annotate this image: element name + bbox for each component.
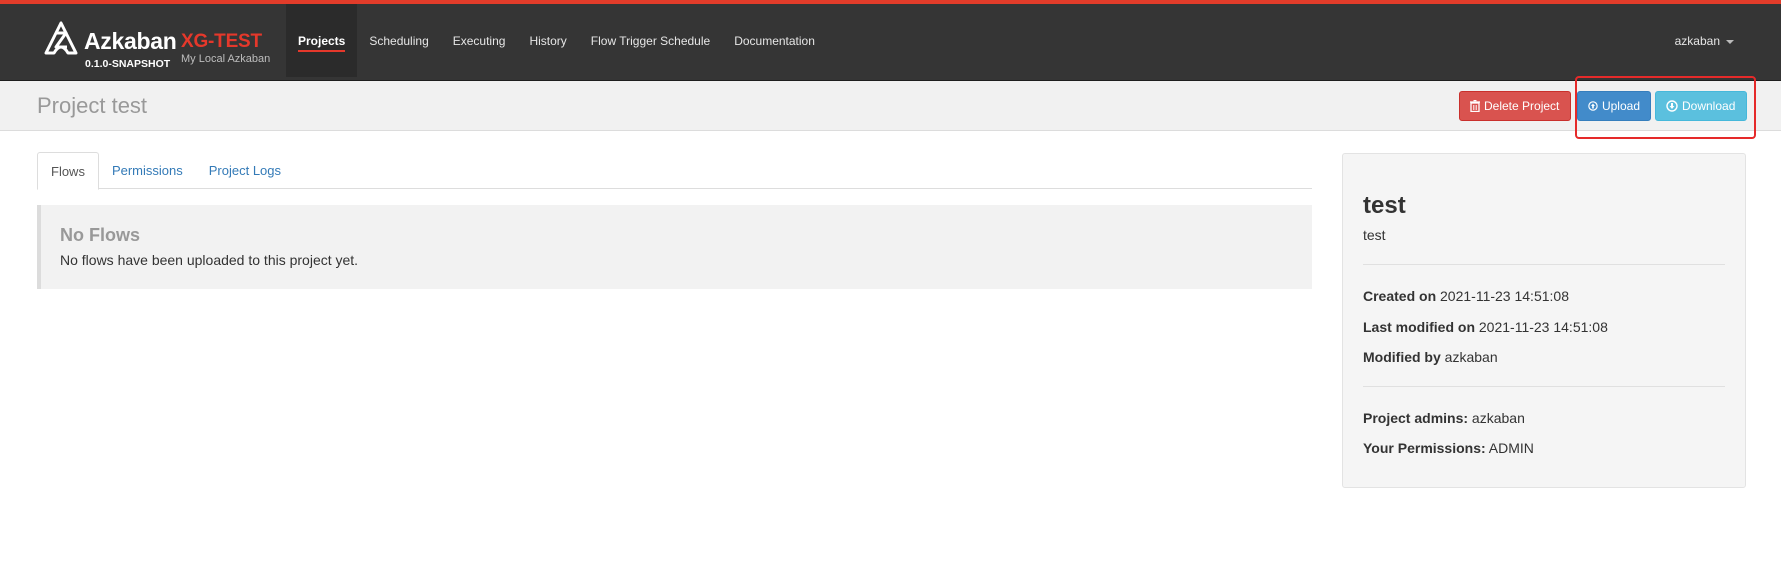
nav-executing-label: Executing xyxy=(452,33,506,48)
modified-by-row: Modified by azkaban xyxy=(1363,349,1498,365)
delete-project-label: Delete Project xyxy=(1484,99,1560,113)
nav-history-label: History xyxy=(529,33,567,48)
divider xyxy=(1363,264,1725,265)
top-navbar: Azkaban XG-TEST 0.1.0-SNAPSHOT My Local … xyxy=(0,0,1781,81)
last-modified-row: Last modified on 2021-11-23 14:51:08 xyxy=(1363,319,1608,335)
nav-flow-trigger-schedule[interactable]: Flow Trigger Schedule xyxy=(579,4,722,77)
nav-projects-label: Projects xyxy=(298,33,346,52)
project-admins-value: azkaban xyxy=(1471,410,1525,426)
tab-project-logs[interactable]: Project Logs xyxy=(196,152,294,189)
project-description: test xyxy=(1363,227,1386,243)
created-on-label: Created on xyxy=(1363,288,1437,304)
project-admins-row: Project admins: azkaban xyxy=(1363,410,1525,426)
modified-by-label: Modified by xyxy=(1363,349,1441,365)
modified-by-value: azkaban xyxy=(1444,349,1498,365)
user-name: azkaban xyxy=(1674,34,1720,48)
brand-environment: XG-TEST xyxy=(181,31,262,52)
brand-version: 0.1.0-SNAPSHOT xyxy=(85,58,171,70)
no-flows-message: No flows have been uploaded to this proj… xyxy=(60,252,359,268)
tab-flows[interactable]: Flows xyxy=(37,152,99,190)
project-info-panel: test test Created on 2021-11-23 14:51:08… xyxy=(1342,153,1746,488)
project-header: Project test Delete Project Upload Downl… xyxy=(0,81,1781,131)
page-title: Project test xyxy=(37,93,148,118)
your-permissions-value: ADMIN xyxy=(1488,440,1534,456)
nav-scheduling-label: Scheduling xyxy=(369,33,429,48)
delete-project-button[interactable]: Delete Project xyxy=(1459,91,1571,121)
last-modified-label: Last modified on xyxy=(1363,319,1475,335)
your-permissions-row: Your Permissions: ADMIN xyxy=(1363,440,1534,456)
last-modified-value: 2021-11-23 14:51:08 xyxy=(1478,319,1608,335)
main-nav: Projects Scheduling Executing History Fl… xyxy=(286,4,827,77)
nav-documentation[interactable]: Documentation xyxy=(722,4,827,77)
tab-permissions[interactable]: Permissions xyxy=(99,152,196,189)
project-admins-label: Project admins: xyxy=(1363,410,1469,426)
nav-projects[interactable]: Projects xyxy=(286,4,358,77)
user-menu[interactable]: azkaban xyxy=(1675,34,1734,48)
project-name: test xyxy=(1363,192,1406,219)
chevron-down-icon xyxy=(1726,40,1734,44)
azkaban-logo-icon[interactable] xyxy=(44,21,78,57)
no-flows-panel: No Flows No flows have been uploaded to … xyxy=(37,205,1312,289)
nav-scheduling[interactable]: Scheduling xyxy=(357,4,440,77)
brand-name[interactable]: Azkaban xyxy=(84,28,177,55)
no-flows-title: No Flows xyxy=(60,225,140,245)
created-on-value: 2021-11-23 14:51:08 xyxy=(1440,288,1569,304)
nav-documentation-label: Documentation xyxy=(734,33,815,48)
nav-flow-trigger-schedule-label: Flow Trigger Schedule xyxy=(590,33,711,48)
trash-icon xyxy=(1470,100,1480,112)
brand-subtitle: My Local Azkaban xyxy=(181,53,271,65)
highlight-box xyxy=(1575,76,1756,139)
nav-executing[interactable]: Executing xyxy=(441,4,518,77)
your-permissions-label: Your Permissions: xyxy=(1363,440,1486,456)
project-tabs: Flows Permissions Project Logs xyxy=(37,152,1312,190)
nav-history[interactable]: History xyxy=(517,4,578,77)
divider xyxy=(1363,386,1725,387)
created-on-row: Created on 2021-11-23 14:51:08 xyxy=(1363,288,1569,304)
